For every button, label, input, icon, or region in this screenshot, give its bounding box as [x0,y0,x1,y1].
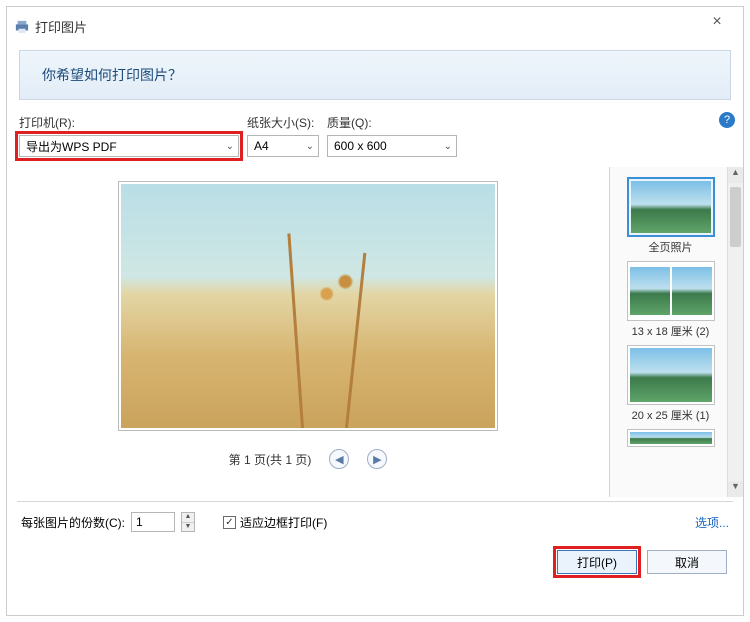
options-link[interactable]: 选项... [695,514,729,531]
printer-icon [15,20,29,34]
layout-caption: 13 x 18 厘米 (2) [616,323,725,339]
print-pictures-dialog: × 打印图片 你希望如何打印图片？ 打印机(R): 导出为WPS PDF ⌄ 纸… [6,6,744,616]
pager: 第 1 页(共 1 页) ◀ ▶ [229,449,388,469]
spin-up-icon[interactable]: ▲ [182,513,194,523]
preview-frame [118,181,498,431]
mini-landscape-icon [630,348,712,402]
window-title: 打印图片 [35,17,87,36]
cancel-button[interactable]: 取消 [647,550,727,574]
layout-item-full-page[interactable]: 全页照片 [616,177,725,255]
page-indicator: 第 1 页(共 1 页) [229,451,312,468]
chevron-down-icon: ⌄ [226,141,234,152]
mini-landscape-icon [672,267,712,316]
layout-list: 全页照片 13 x 18 厘米 (2) 20 x 25 厘米 (1) [609,167,743,497]
layout-thumb [627,345,715,405]
paper-size-label: 纸张大小(S): [247,114,319,131]
printer-label: 打印机(R): [19,114,239,131]
print-button[interactable]: 打印(P) [557,550,637,574]
copies-label: 每张图片的份数(C): [21,514,125,531]
scroll-down-button[interactable]: ▼ [728,481,743,497]
copies-spinner[interactable]: ▲ ▼ [181,512,195,532]
chevron-down-icon: ⌄ [444,141,452,152]
body: 第 1 页(共 1 页) ◀ ▶ 全页照片 13 x 18 厘米 (2) [7,167,743,497]
spin-down-icon[interactable]: ▼ [182,523,194,532]
scroll-thumb[interactable] [730,187,741,247]
printer-dropdown[interactable]: 导出为WPS PDF ⌄ [19,135,239,157]
printer-value: 导出为WPS PDF [26,138,117,155]
quality-label: 质量(Q): [327,114,457,131]
layout-caption: 20 x 25 厘米 (1) [616,407,725,423]
mini-landscape-icon [631,181,711,233]
question-banner: 你希望如何打印图片？ [19,50,731,100]
mini-landscape-icon [630,432,712,444]
layout-thumb [627,177,715,237]
preview-area: 第 1 页(共 1 页) ◀ ▶ [7,167,609,497]
titlebar: 打印图片 [7,11,743,42]
paper-size-value: A4 [254,139,269,153]
prev-page-button[interactable]: ◀ [329,449,349,469]
layout-item-13x18[interactable]: 13 x 18 厘米 (2) [616,261,725,339]
next-page-button[interactable]: ▶ [367,449,387,469]
scrollbar[interactable]: ▲ ▼ [727,167,743,497]
preview-image [121,184,495,428]
layout-thumb [627,261,715,321]
layout-item-next[interactable] [616,429,725,447]
quality-value: 600 x 600 [334,139,387,153]
mini-landscape-icon [630,267,670,316]
options-row: 每张图片的份数(C): ▲ ▼ ✓ 适应边框打印(F) 选项... [7,502,743,542]
action-row: 打印(P) 取消 [7,542,743,584]
chevron-down-icon: ⌄ [306,141,314,152]
paper-size-dropdown[interactable]: A4 ⌄ [247,135,319,157]
checkbox-icon: ✓ [223,516,236,529]
layout-thumb [627,429,715,447]
fit-frame-label: 适应边框打印(F) [240,514,327,531]
scroll-up-button[interactable]: ▲ [728,167,743,183]
question-text: 你希望如何打印图片？ [42,67,182,83]
layout-caption: 全页照片 [616,239,725,255]
copies-input[interactable] [131,512,175,532]
selector-row: 打印机(R): 导出为WPS PDF ⌄ 纸张大小(S): A4 ⌄ 质量(Q)… [7,108,743,157]
help-icon[interactable]: ? [719,112,735,128]
quality-dropdown[interactable]: 600 x 600 ⌄ [327,135,457,157]
layout-item-20x25[interactable]: 20 x 25 厘米 (1) [616,345,725,423]
fit-frame-checkbox[interactable]: ✓ 适应边框打印(F) [223,514,327,531]
close-button[interactable]: × [697,13,737,33]
